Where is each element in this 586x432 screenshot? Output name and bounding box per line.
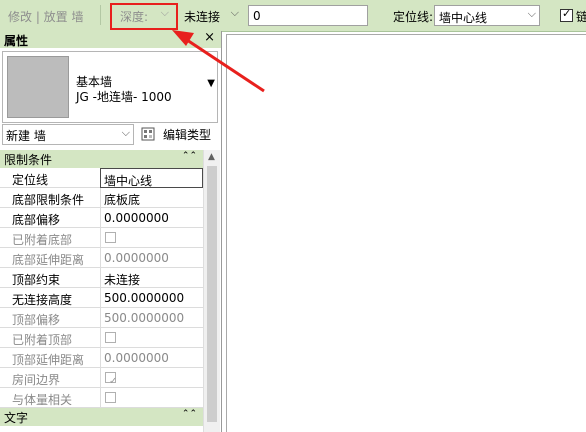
annotation-arrow	[172, 30, 265, 93]
annotation-arrow-line	[183, 36, 265, 93]
